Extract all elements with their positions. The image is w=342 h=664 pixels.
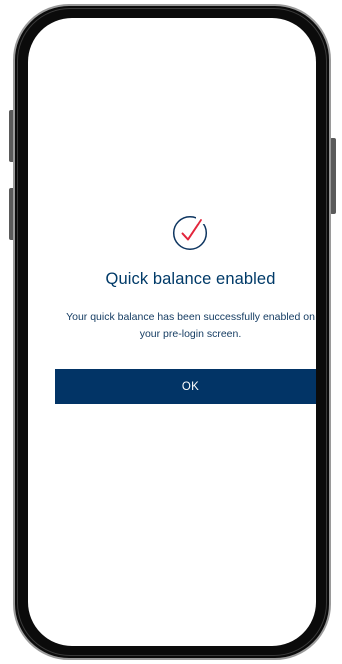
phone-screen: Quick balance enabled Your quick balance…	[28, 18, 316, 646]
dialog-message: Your quick balance has been successfully…	[66, 311, 315, 340]
phone-frame: Quick balance enabled Your quick balance…	[13, 4, 331, 660]
dialog-title: Quick balance enabled	[105, 270, 276, 288]
check-circle-icon	[172, 215, 208, 251]
device-mockup: Quick balance enabled Your quick balance…	[0, 0, 342, 664]
ok-button[interactable]: OK	[55, 369, 316, 404]
